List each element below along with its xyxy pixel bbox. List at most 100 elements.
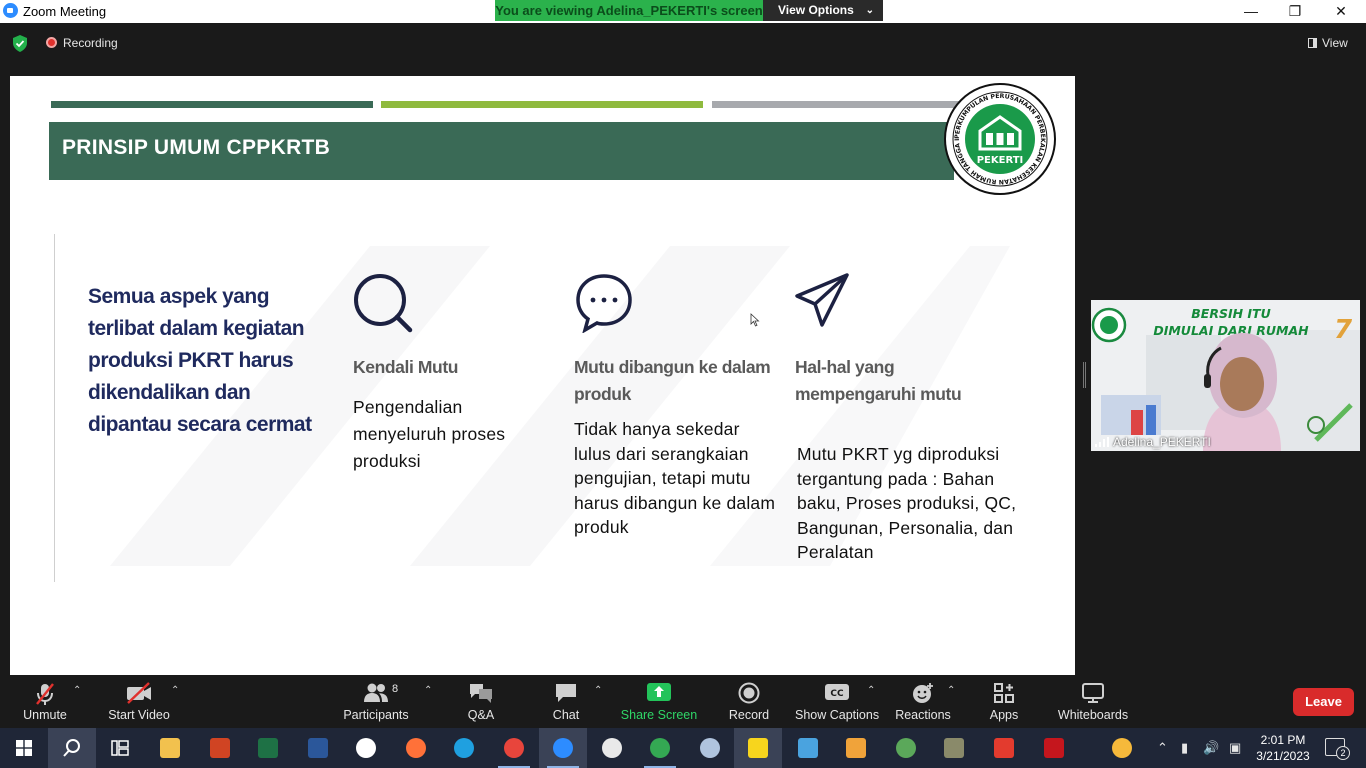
taskbar-chrome-profile[interactable] <box>490 728 538 768</box>
participants-label: Participants <box>343 708 409 722</box>
chat-icon <box>556 684 576 702</box>
apps-button[interactable]: Apps <box>980 675 1028 728</box>
qa-bubbles-icon <box>470 684 492 703</box>
taskbar-acrobat[interactable] <box>1030 728 1078 768</box>
stripe-light-green <box>381 101 703 108</box>
recording-dot-icon <box>46 37 57 48</box>
taskbar-whatsapp[interactable] <box>342 728 390 768</box>
reactions-options-caret-icon[interactable]: ⌃ <box>947 685 955 696</box>
show-captions-label: Show Captions <box>795 708 880 722</box>
taskbar-search-button[interactable] <box>48 728 96 768</box>
show-hidden-icons-chevron-icon[interactable]: ⌃ <box>1157 740 1168 756</box>
taskbar-sticky-notes[interactable] <box>734 728 782 768</box>
recording-indicator[interactable]: Recording <box>46 36 118 50</box>
microphone-muted-icon <box>36 683 54 705</box>
pekerti-logo: PERKUMPULAN PERUSAHAAN PERBEKALAN KESEHA… <box>944 83 1056 195</box>
participant-name: Adelina_PEKERTI <box>1113 435 1211 449</box>
taskbar-chrome[interactable] <box>636 728 684 768</box>
taskbar-edge[interactable] <box>440 728 488 768</box>
layout-icon <box>1308 38 1317 48</box>
column-heading: Mutu dibangun ke dalam produk <box>574 357 771 404</box>
audio-options-caret-icon[interactable]: ⌃ <box>73 685 81 696</box>
zoom-logo-icon <box>3 3 18 18</box>
view-layout-button[interactable]: View <box>1308 36 1348 50</box>
participant-video-frame: BERSIH ITU DIMULAI DARI RUMAH 7 <box>1091 300 1360 451</box>
taskbar-game-app[interactable] <box>930 728 978 768</box>
view-options-button[interactable]: View Options ⌄ <box>763 0 883 21</box>
participant-video[interactable]: BERSIH ITU DIMULAI DARI RUMAH 7 Adelina_… <box>1091 300 1360 451</box>
snip-tool-icon <box>798 738 818 758</box>
reactions-label: Reactions <box>895 708 951 722</box>
svg-text:7: 7 <box>1334 315 1353 345</box>
record-button[interactable]: Record <box>723 675 775 728</box>
video-options-caret-icon[interactable]: ⌃ <box>171 685 179 696</box>
slide-title: PRINSIP UMUM CPPKRTB <box>62 136 331 159</box>
security-shield-icon[interactable] <box>12 35 28 52</box>
volume-icon[interactable]: 🔊 <box>1203 740 1219 756</box>
start-video-label: Start Video <box>108 708 170 722</box>
network-icon[interactable]: ▣ <box>1229 740 1241 756</box>
meeting-top-bar: Recording View <box>0 23 1366 63</box>
zoom-app-icon <box>553 738 573 758</box>
minimize-button[interactable]: — <box>1228 0 1274 23</box>
taskbar-excel[interactable] <box>244 728 292 768</box>
share-screen-icon <box>647 683 671 701</box>
show-captions-button[interactable]: CC Show Captions <box>795 675 879 728</box>
qa-button[interactable]: Q&A <box>455 675 507 728</box>
whiteboards-button[interactable]: Whiteboards <box>1055 675 1131 728</box>
taskbar-paint[interactable] <box>588 728 636 768</box>
stripe-gray <box>712 101 962 108</box>
start-button[interactable] <box>0 728 48 768</box>
share-screen-label: Share Screen <box>620 708 698 722</box>
search-icon <box>354 274 413 333</box>
taskbar-file-explorer[interactable] <box>146 728 194 768</box>
start-video-button[interactable]: Start Video <box>104 675 174 728</box>
signal-strength-icon <box>1095 437 1109 447</box>
close-window-button[interactable]: ✕ <box>1318 0 1364 23</box>
participants-options-caret-icon[interactable]: ⌃ <box>424 685 432 696</box>
taskbar-clock[interactable]: 2:01 PM 3/21/2023 <box>1250 732 1316 764</box>
column-heading: Hal-hal yang mempengaruhi mutu <box>795 357 962 404</box>
left-divider-line <box>54 234 55 582</box>
chat-button[interactable]: Chat <box>541 675 591 728</box>
taskbar-zoom[interactable] <box>539 728 587 768</box>
captions-options-caret-icon[interactable]: ⌃ <box>867 685 875 696</box>
view-options-label: View Options <box>778 3 854 17</box>
taskbar-wps-office[interactable] <box>980 728 1028 768</box>
task-view-button[interactable] <box>96 728 144 768</box>
task-view-icon <box>111 740 129 756</box>
chat-bubble-icon <box>576 274 632 333</box>
word-icon <box>308 738 328 758</box>
shared-screen-slide: PRINSIP UMUM CPPKRTB PERKUMPULAN PERUSAH… <box>10 76 1075 675</box>
restore-button[interactable]: ❐ <box>1272 0 1318 23</box>
taskbar-paint3d[interactable] <box>686 728 734 768</box>
taskbar-word[interactable] <box>294 728 342 768</box>
folder-icon <box>160 738 180 758</box>
battery-icon[interactable]: ▮ <box>1181 740 1188 756</box>
window-title: Zoom Meeting <box>23 4 107 19</box>
search-icon <box>63 739 80 757</box>
taskbar-snip-tool[interactable] <box>784 728 832 768</box>
chat-options-caret-icon[interactable]: ⌃ <box>594 685 602 696</box>
participants-icon <box>364 683 388 702</box>
taskbar-firefox[interactable] <box>392 728 440 768</box>
column-body: Mutu PKRT yg diproduksi tergantung pada … <box>797 444 1017 562</box>
video-panel-resize-handle[interactable] <box>1083 362 1086 388</box>
stripe-dark-green <box>51 101 373 108</box>
unmute-button[interactable]: Unmute <box>15 675 75 728</box>
weather-icon <box>1112 738 1132 758</box>
taskbar-media-player[interactable] <box>832 728 880 768</box>
reactions-button[interactable]: Reactions <box>893 675 953 728</box>
globe-icon <box>896 738 916 758</box>
column-hal-hal-mutu: Hal-hal yang mempengaruhi mutu Mutu PKRT… <box>795 273 1025 573</box>
taskbar-powerpoint[interactable] <box>196 728 244 768</box>
participants-button[interactable]: Participants <box>341 675 411 728</box>
video-camera-off-icon <box>127 682 151 704</box>
leave-meeting-button[interactable]: Leave <box>1293 688 1354 716</box>
recording-label: Recording <box>63 36 118 50</box>
chat-label: Chat <box>552 708 580 722</box>
taskbar-weather[interactable] <box>1098 728 1146 768</box>
taskbar-globe-app[interactable] <box>882 728 930 768</box>
share-screen-button[interactable]: Share Screen <box>620 675 698 728</box>
clock-time: 2:01 PM <box>1260 733 1306 747</box>
